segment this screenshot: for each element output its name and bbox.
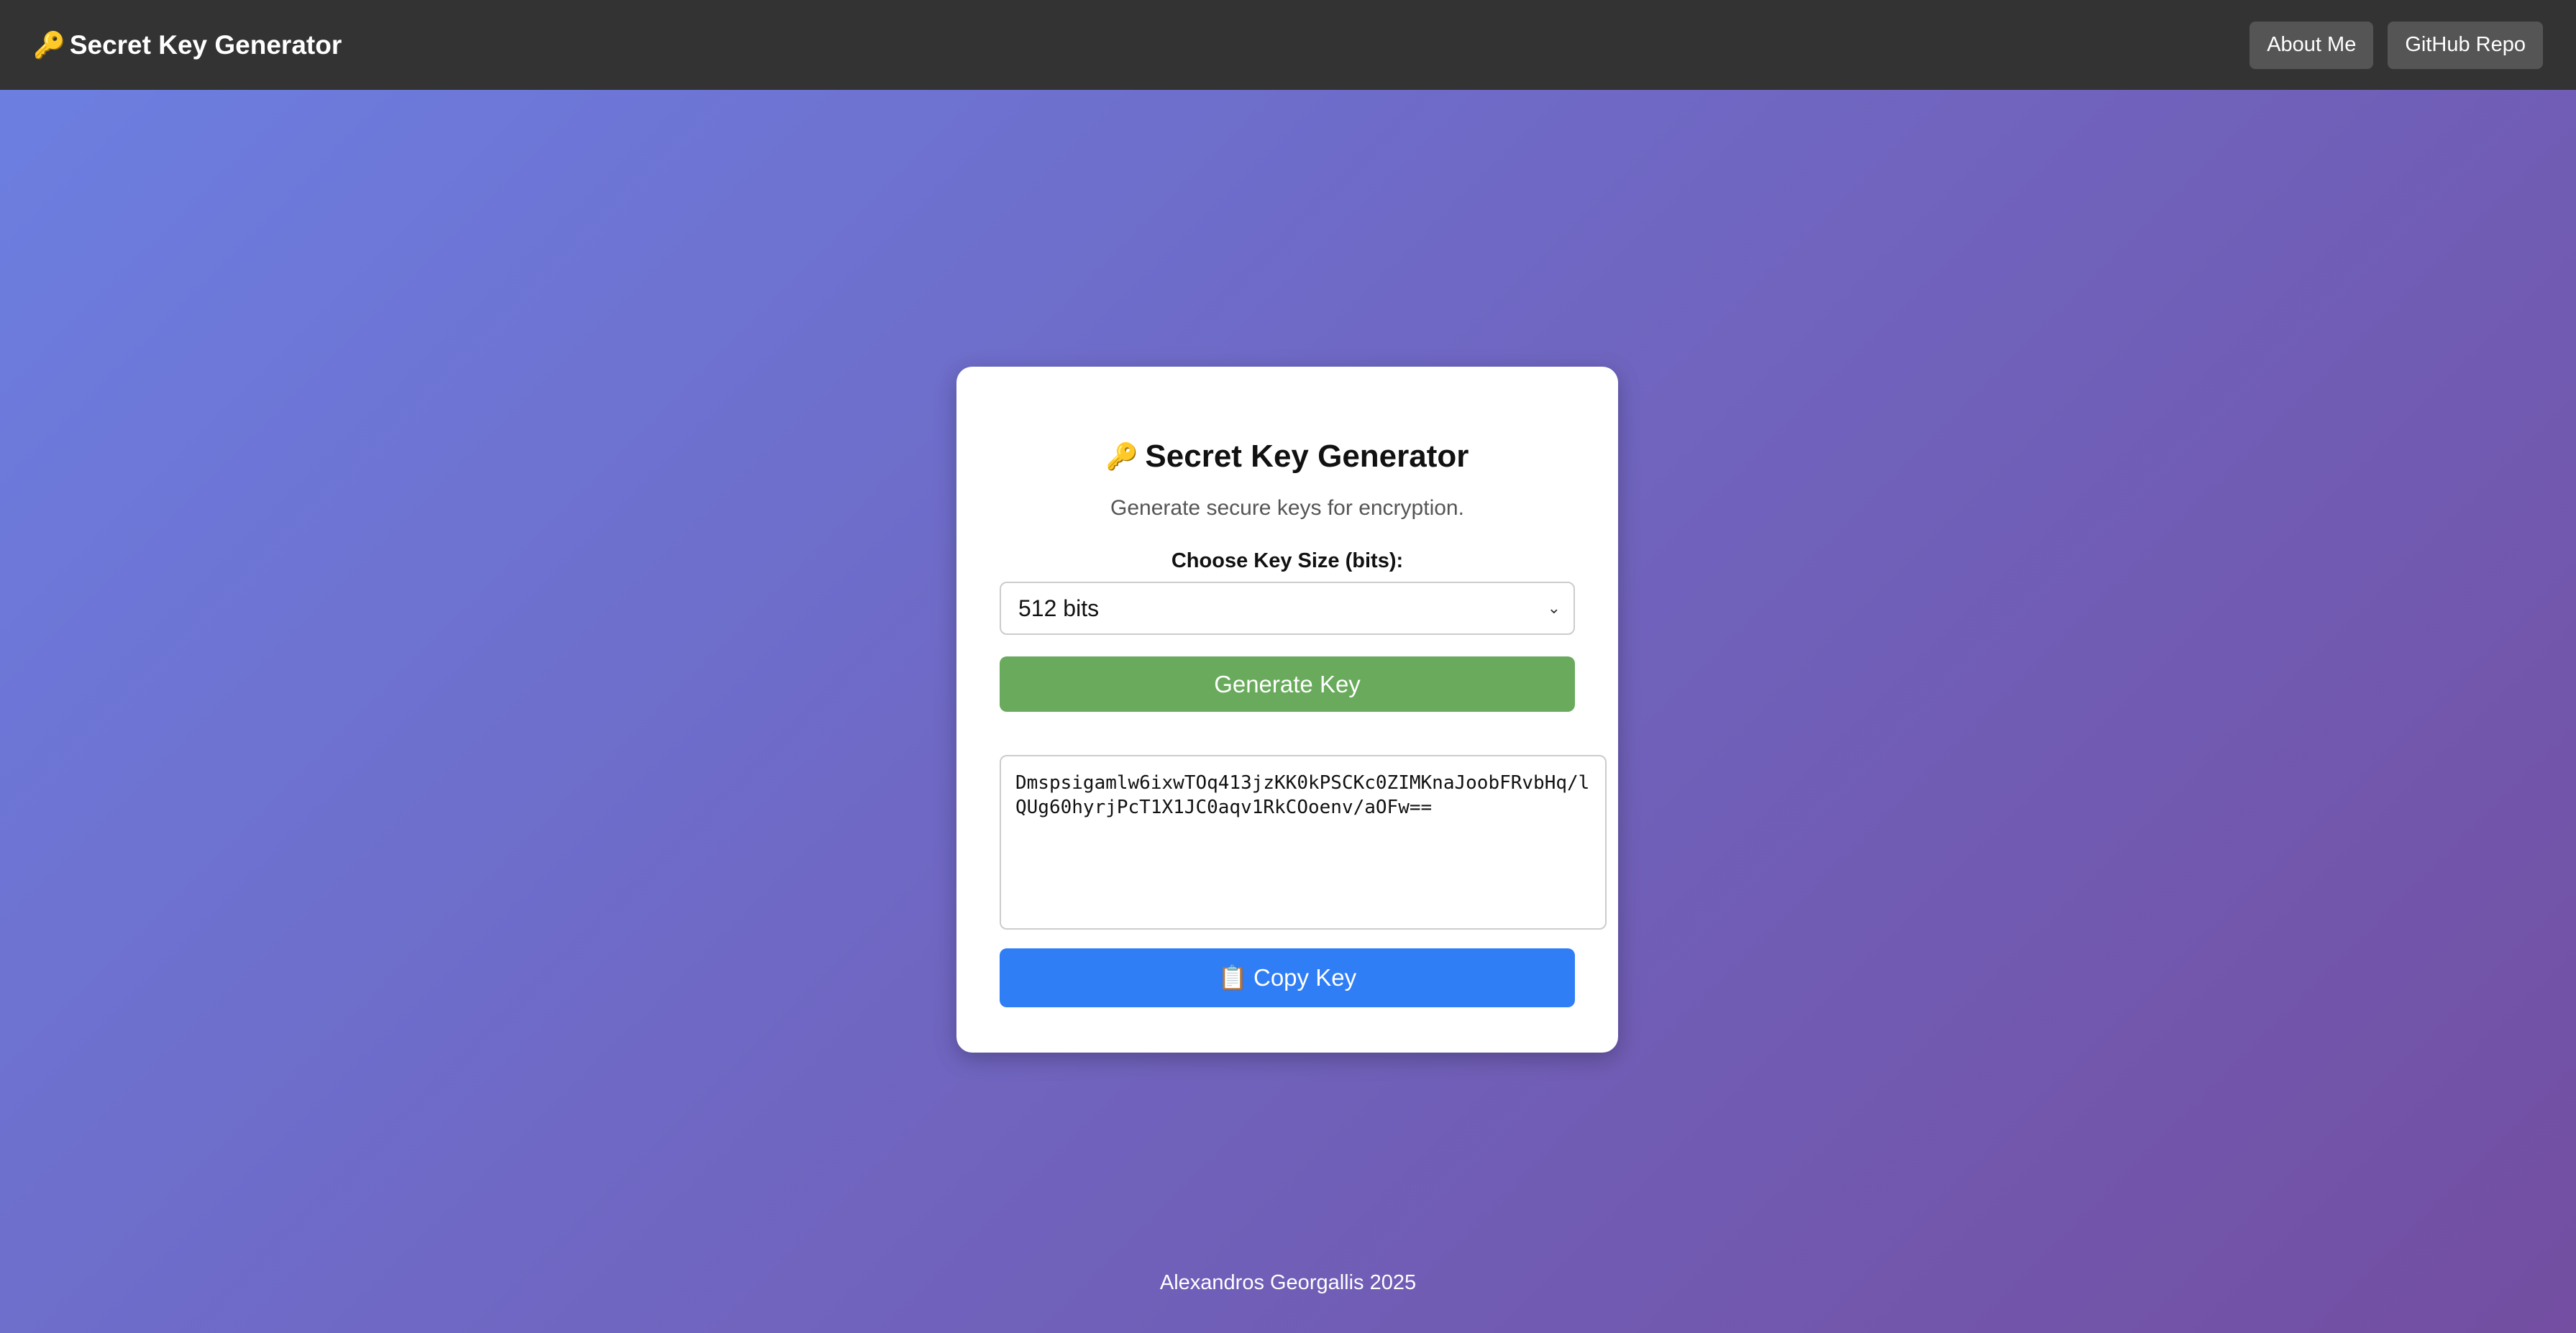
card-title-text: Secret Key Generator: [1145, 439, 1469, 474]
key-size-value: 512 bits: [1018, 595, 1100, 621]
card-title: 🔑 Secret Key Generator: [1000, 439, 1575, 475]
navbar: 🔑 Secret Key Generator About Me GitHub R…: [0, 0, 2576, 90]
copy-key-label: Copy Key: [1253, 964, 1357, 991]
chevron-down-icon: ⌄: [1547, 599, 1561, 617]
key-icon: 🔑: [1105, 441, 1138, 471]
brand-title: Secret Key Generator: [69, 29, 342, 60]
generator-card: 🔑 Secret Key Generator Generate secure k…: [956, 367, 1618, 1053]
copy-key-button[interactable]: 📋 Copy Key: [1000, 948, 1575, 1007]
key-size-select[interactable]: 512 bits ⌄: [1000, 582, 1575, 635]
key-size-label: Choose Key Size (bits):: [1171, 549, 1404, 572]
about-me-button[interactable]: About Me: [2250, 21, 2374, 69]
generated-key-textarea[interactable]: Dmspsigamlw6ixwTOq413jzKK0kPSCKc0ZIMKnaJ…: [1000, 755, 1607, 930]
generate-key-button[interactable]: Generate Key: [1000, 656, 1575, 712]
key-icon: 🔑: [33, 29, 65, 60]
brand: 🔑 Secret Key Generator: [33, 30, 342, 60]
subtitle: Generate secure keys for encryption.: [1110, 496, 1464, 520]
clipboard-icon: 📋: [1218, 963, 1248, 991]
footer: Alexandros Georgallis 2025: [1159, 1271, 1417, 1294]
nav-links: About Me GitHub Repo: [2250, 21, 2543, 69]
github-repo-button[interactable]: GitHub Repo: [2388, 21, 2543, 69]
